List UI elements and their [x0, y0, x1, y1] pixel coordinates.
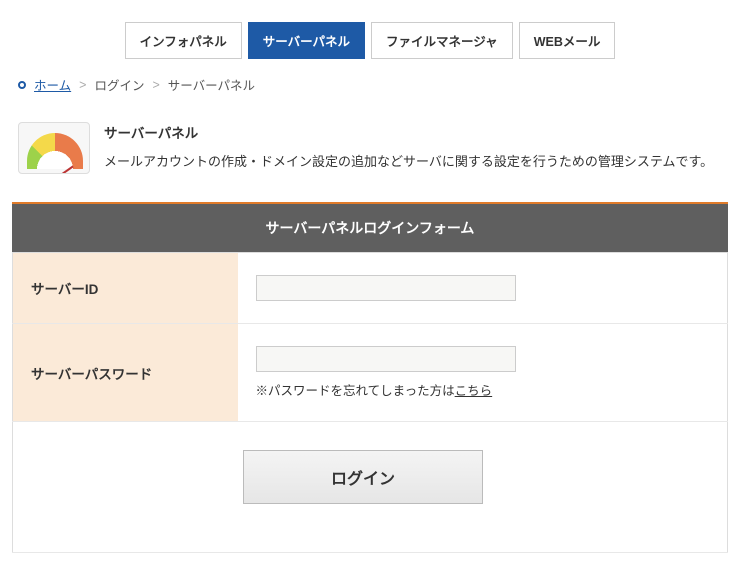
breadcrumb-sep-icon: >: [152, 78, 159, 92]
server-password-label: サーバーパスワード: [13, 324, 238, 422]
intro-description: メールアカウントの作成・ドメイン設定の追加などサーバに関する設定を行うための管理…: [104, 150, 713, 173]
breadcrumb-sep-icon: >: [79, 78, 86, 92]
panel-tabs: インフォパネル サーバーパネル ファイルマネージャ WEBメール: [0, 0, 740, 69]
server-panel-icon: [18, 122, 90, 174]
breadcrumb: ホーム > ログイン > サーバーパネル: [0, 69, 740, 108]
tab-webmail[interactable]: WEBメール: [519, 22, 616, 59]
server-id-label: サーバーID: [13, 253, 238, 324]
tab-file-manager[interactable]: ファイルマネージャ: [371, 22, 513, 59]
intro-title: サーバーパネル: [104, 122, 713, 146]
login-form: サーバーID サーバーパスワード ※パスワードを忘れてしまった方はこちら ログイ…: [12, 252, 728, 553]
login-form-header: サーバーパネルログインフォーム: [12, 202, 728, 252]
login-button[interactable]: ログイン: [243, 450, 483, 504]
forgot-password-link[interactable]: こちら: [455, 384, 493, 398]
server-id-input[interactable]: [256, 275, 516, 301]
tab-server-panel[interactable]: サーバーパネル: [248, 22, 365, 59]
breadcrumb-current: サーバーパネル: [168, 75, 255, 94]
breadcrumb-bullet-icon: [18, 81, 26, 89]
forgot-password-note: ※パスワードを忘れてしまった方はこちら: [256, 380, 710, 399]
forgot-password-prefix: ※パスワードを忘れてしまった方は: [256, 384, 455, 398]
breadcrumb-home-link[interactable]: ホーム: [34, 75, 71, 94]
server-password-input[interactable]: [256, 346, 516, 372]
intro-section: サーバーパネル メールアカウントの作成・ドメイン設定の追加などサーバに関する設定…: [0, 108, 740, 202]
breadcrumb-login: ログイン: [94, 75, 144, 94]
tab-info-panel[interactable]: インフォパネル: [125, 22, 242, 59]
